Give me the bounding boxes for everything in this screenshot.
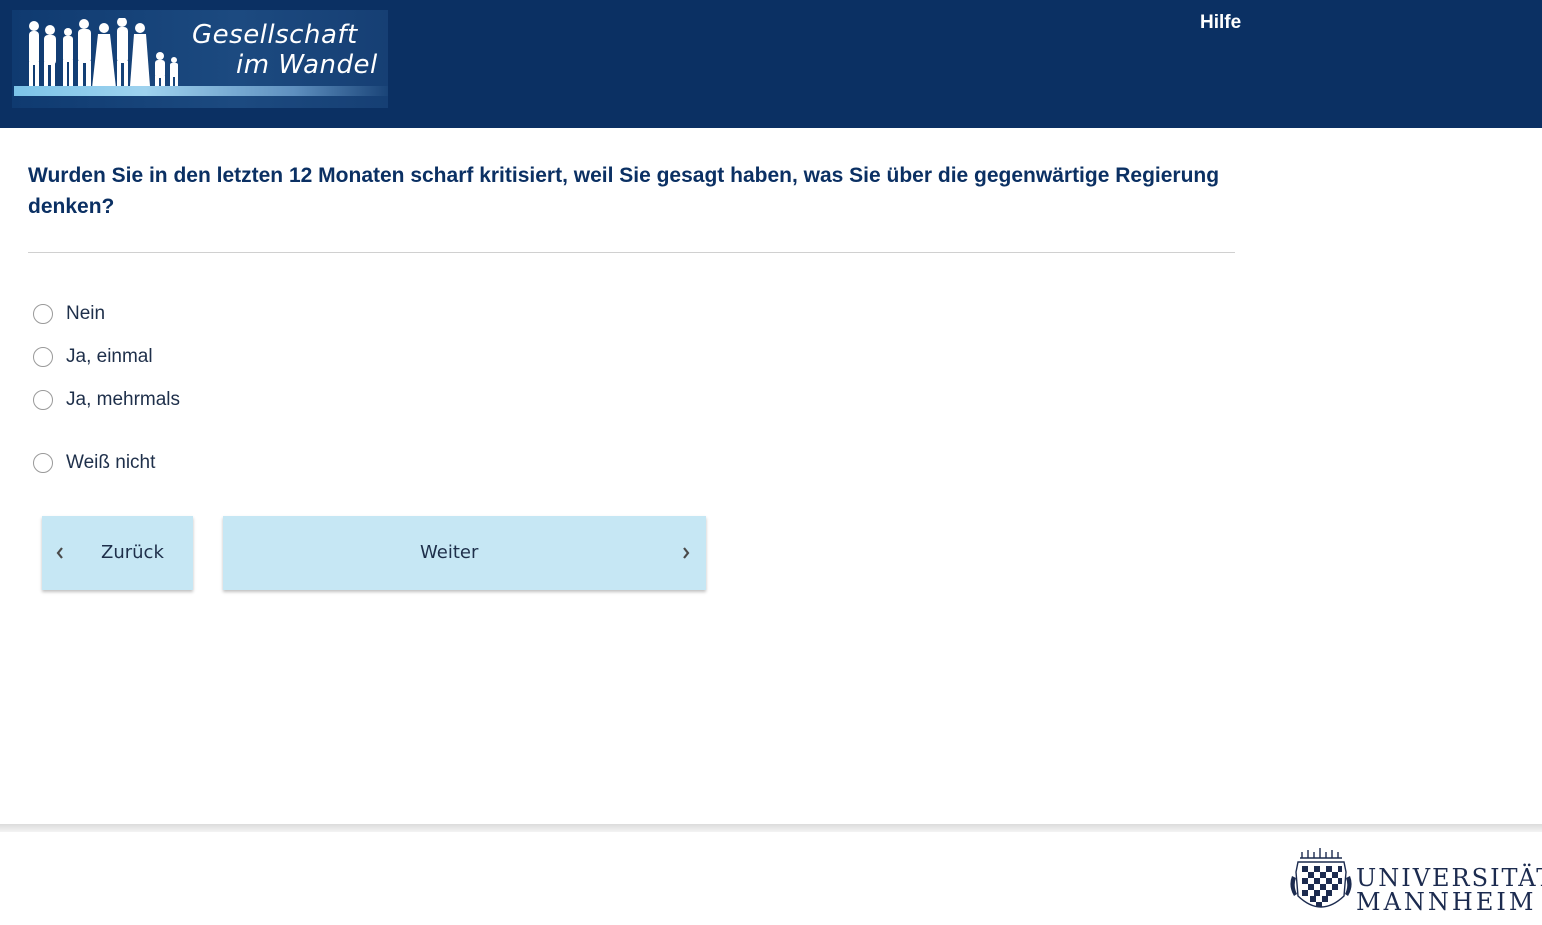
option-label: Ja, mehrmals: [66, 389, 181, 410]
next-button[interactable]: Weiter: [223, 516, 706, 590]
option-ja-mehrmals[interactable]: Ja, mehrmals: [33, 388, 180, 412]
radio-button[interactable]: [33, 453, 53, 473]
mannheim-crest-icon: [1290, 848, 1352, 908]
option-nein[interactable]: Nein: [33, 302, 105, 326]
university-name-line1: UNIVERSITÄT: [1356, 864, 1542, 892]
university-name-line2: MANNHEIM: [1356, 888, 1537, 916]
chevron-right-icon: [683, 547, 690, 559]
question-text: Wurden Sie in den letzten 12 Monaten sch…: [28, 164, 1220, 218]
option-ja-einmal[interactable]: Ja, einmal: [33, 345, 153, 369]
option-label: Ja, einmal: [66, 346, 153, 367]
logo-text-line2: im Wandel: [236, 50, 378, 80]
back-button[interactable]: Zurück: [42, 516, 193, 590]
footer-divider: [0, 824, 1542, 832]
gesellschaft-im-wandel-logo: Gesellschaft im Wandel: [12, 10, 388, 108]
radio-button[interactable]: [33, 390, 53, 410]
option-weiss-nicht[interactable]: Weiß nicht: [33, 451, 155, 475]
help-link[interactable]: Hilfe: [1200, 12, 1241, 34]
logo-text-line1: Gesellschaft: [192, 20, 358, 50]
option-label: Weiß nicht: [66, 452, 156, 473]
back-button-label: Zurück: [101, 542, 164, 563]
universitaet-mannheim-logo: UNIVERSITÄT MANNHEIM: [1288, 846, 1542, 920]
radio-button[interactable]: [33, 304, 53, 324]
logo-stripe: [14, 86, 388, 96]
site-header: Gesellschaft im Wandel Hilfe: [0, 0, 1542, 128]
option-label: Nein: [66, 303, 106, 324]
radio-button[interactable]: [33, 347, 53, 367]
chevron-left-icon: [56, 547, 63, 559]
next-button-label: Weiter: [420, 542, 479, 563]
divider: [28, 252, 1235, 253]
